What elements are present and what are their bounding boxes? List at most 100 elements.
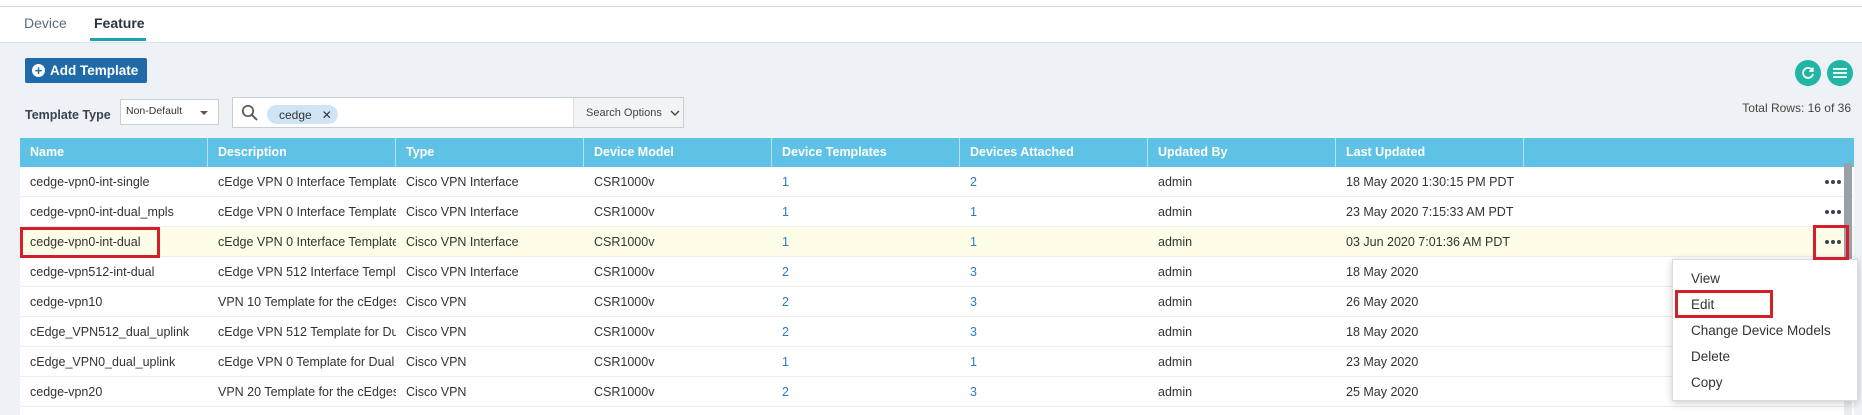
column-header-device-model[interactable]: Device Model xyxy=(584,138,772,167)
cell-name: cEdge_VPN512_dual_uplink xyxy=(30,325,190,339)
cell-templates[interactable]: 2 xyxy=(772,287,960,317)
cell-attached[interactable]: 3 xyxy=(960,257,1148,287)
table-row[interactable]: cedge-vpn0-int-dual_mpls cEdge VPN 0 Inte… xyxy=(20,197,1854,227)
more-actions-icon[interactable] xyxy=(1825,207,1843,217)
cell-attached[interactable]: 2 xyxy=(960,167,1148,197)
column-header-type[interactable]: Type xyxy=(396,138,584,167)
table-row[interactable]: cedge-vpn0-int-dual cEdge VPN 0 Interface… xyxy=(20,227,1854,257)
cell-model: CSR1000v xyxy=(594,235,655,249)
menu-item-view[interactable]: View xyxy=(1691,271,1720,286)
search-chip-label: cedge xyxy=(279,107,312,122)
cell-description: cEdge VPN 0 Interface Template fo... xyxy=(218,205,396,219)
cell-name: cedge-vpn10 xyxy=(30,295,103,309)
search-options-dropdown[interactable]: Search Options xyxy=(573,98,683,127)
search-field[interactable]: cedge ✕ Search Options xyxy=(232,97,684,128)
menu-item-change-device-models[interactable]: Change Device Models xyxy=(1691,323,1831,338)
cell-last-updated: 18 May 2020 1:30:15 PM PDT xyxy=(1346,175,1515,189)
table-row[interactable]: cedge-vpn512-int-dual cEdge VPN 512 Inter… xyxy=(20,257,1854,287)
cell-name: cedge-vpn0-int-single xyxy=(30,175,150,189)
cell-last-updated: 18 May 2020 xyxy=(1346,265,1419,279)
chip-remove-icon[interactable]: ✕ xyxy=(322,108,332,122)
cell-type: Cisco VPN xyxy=(406,295,467,309)
cell-updated-by: admin xyxy=(1158,295,1193,309)
cell-templates[interactable]: 1 xyxy=(772,197,960,227)
table-header: Name Description Type Device Model Devic… xyxy=(20,138,1854,167)
cell-description: cEdge VPN 512 Template for Dual ... xyxy=(218,325,396,339)
menu-item-edit[interactable]: Edit xyxy=(1691,297,1714,312)
search-chip: cedge ✕ xyxy=(267,105,338,124)
cell-templates[interactable]: 1 xyxy=(772,347,960,377)
search-icon xyxy=(241,104,258,121)
table-row[interactable]: cEdge_VPN0_dual_uplink cEdge VPN 0 Templa… xyxy=(20,347,1854,377)
search-options-label: Search Options xyxy=(586,106,662,119)
column-header-devices-attached[interactable]: Devices Attached xyxy=(960,138,1148,167)
add-template-label: Add Template xyxy=(50,63,139,78)
cell-templates[interactable]: 2 xyxy=(772,317,960,347)
cell-description: VPN 20 Template for the cEdges xyxy=(218,385,396,399)
cell-type: Cisco VPN xyxy=(406,385,467,399)
column-header-updated-by[interactable]: Updated By xyxy=(1148,138,1336,167)
menu-item-copy[interactable]: Copy xyxy=(1691,375,1723,390)
cell-attached[interactable]: 1 xyxy=(960,347,1148,377)
column-header-last-updated[interactable]: Last Updated xyxy=(1336,138,1524,167)
active-tab-indicator xyxy=(90,38,146,41)
total-rows-count: Total Rows: 16 of 36 xyxy=(1742,101,1851,115)
tab-device[interactable]: Device xyxy=(24,15,67,31)
column-header-description[interactable]: Description xyxy=(208,138,396,167)
refresh-button[interactable] xyxy=(1795,60,1821,86)
cell-model: CSR1000v xyxy=(594,175,655,189)
template-type-select[interactable]: Non-Default xyxy=(120,99,219,125)
templates-table: Name Description Type Device Model Devic… xyxy=(20,138,1854,415)
dot xyxy=(1831,210,1835,214)
cell-last-updated: 23 May 2020 7:15:33 AM PDT xyxy=(1346,205,1514,219)
chevron-down-icon xyxy=(670,110,680,116)
add-template-button[interactable]: + Add Template xyxy=(25,58,148,83)
cell-name: cedge-vpn512-int-dual xyxy=(30,265,155,279)
more-actions-icon[interactable] xyxy=(1825,177,1843,187)
cell-name: cedge-vpn0-int-dual_mpls xyxy=(30,205,174,219)
cell-model: CSR1000v xyxy=(594,265,655,279)
top-bar xyxy=(0,0,1862,7)
column-header-actions xyxy=(1524,138,1854,167)
cell-type: Cisco VPN Interface xyxy=(406,265,519,279)
table-menu-button[interactable] xyxy=(1827,60,1853,86)
cell-attached[interactable]: 3 xyxy=(960,287,1148,317)
table-row[interactable]: cedge-vpn20 VPN 20 Template for the cEdge… xyxy=(20,377,1854,407)
cell-updated-by: admin xyxy=(1158,205,1193,219)
cell-templates[interactable]: 2 xyxy=(772,257,960,287)
cell-updated-by: admin xyxy=(1158,235,1193,249)
more-actions-icon[interactable] xyxy=(1825,237,1843,247)
dot xyxy=(1831,180,1835,184)
column-header-device-templates[interactable]: Device Templates xyxy=(772,138,960,167)
cell-templates[interactable]: 2 xyxy=(772,377,960,407)
cell-templates[interactable]: 1 xyxy=(772,167,960,197)
cell-description: cEdge VPN 0 Template for Dual Up... xyxy=(218,355,396,369)
tab-bar: Device Feature xyxy=(0,7,1862,43)
table-row[interactable]: cedge-vpn0-int-single cEdge VPN 0 Interfa… xyxy=(20,167,1854,197)
cell-attached[interactable]: 1 xyxy=(960,197,1148,227)
dot xyxy=(1837,210,1841,214)
column-header-name[interactable]: Name xyxy=(20,138,208,167)
cell-updated-by: admin xyxy=(1158,385,1193,399)
menu-item-delete[interactable]: Delete xyxy=(1691,349,1730,364)
dot xyxy=(1831,240,1835,244)
cell-description: cEdge VPN 512 Interface Template... xyxy=(218,265,396,279)
cell-model: CSR1000v xyxy=(594,325,655,339)
cell-updated-by: admin xyxy=(1158,265,1193,279)
cell-model: CSR1000v xyxy=(594,205,655,219)
dot xyxy=(1837,240,1841,244)
cell-attached[interactable]: 3 xyxy=(960,317,1148,347)
cell-name: cedge-vpn0-int-dual xyxy=(30,235,141,249)
cell-attached[interactable]: 1 xyxy=(960,227,1148,257)
tab-feature[interactable]: Feature xyxy=(94,15,145,31)
cell-description: VPN 10 Template for the cEdges xyxy=(218,295,396,309)
refresh-icon xyxy=(1802,67,1814,79)
cell-type: Cisco VPN Interface xyxy=(406,235,519,249)
cell-last-updated: 23 May 2020 xyxy=(1346,355,1419,369)
table-row[interactable]: cEdge_VPN512_dual_uplink cEdge VPN 512 Te… xyxy=(20,317,1854,347)
cell-attached[interactable]: 3 xyxy=(960,377,1148,407)
template-type-label: Template Type xyxy=(25,108,111,122)
cell-templates[interactable]: 1 xyxy=(772,227,960,257)
table-row[interactable]: cedge-vpn10 VPN 10 Template for the cEdge… xyxy=(20,287,1854,317)
cell-model: CSR1000v xyxy=(594,295,655,309)
